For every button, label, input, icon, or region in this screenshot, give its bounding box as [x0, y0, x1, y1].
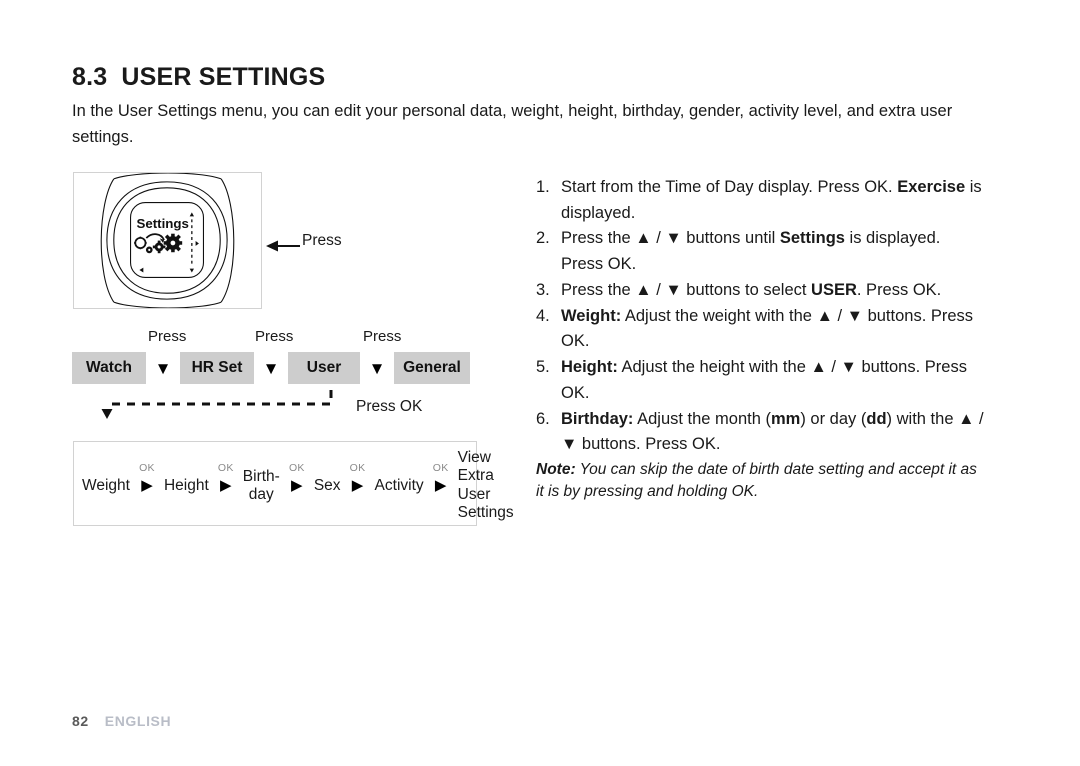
menu-chip-watch[interactable]: Watch [72, 352, 146, 384]
intro-paragraph: In the User Settings menu, you can edit … [72, 102, 953, 146]
watch-back-arrow [139, 267, 144, 273]
down-arrow-icon-3: ▼ [368, 358, 386, 378]
seq-separator-4: OK ▶ [341, 462, 375, 495]
press-label-3: Press [363, 328, 402, 345]
instruction-steps-list: 1. Start from the Time of Day display. Pr… [536, 175, 984, 503]
seq-item-birthday-line1: Birth- [242, 468, 280, 486]
right-arrow-icon-1: ▶ [141, 476, 153, 494]
down-arrow-icon-1: ▼ [154, 358, 172, 378]
step-text-5: Height: Adjust the height with the ▲ / ▼… [561, 358, 967, 402]
seq-separator-3: OK ▶ [280, 462, 314, 495]
down-arrow-icon-2: ▼ [262, 358, 280, 378]
seq-item-activity: Activity [374, 476, 424, 494]
press-ok-label: Press OK [356, 398, 423, 415]
note-block: Note: You can skip the date of birth dat… [536, 459, 984, 503]
press-callout-label: Press [302, 232, 342, 249]
watch-screen-label: Settings [136, 216, 188, 231]
seq-item-sex: Sex [313, 476, 341, 494]
press-label-1: Press [148, 328, 187, 345]
right-arrow-icon-4: ▶ [351, 476, 364, 494]
seq-item-birthday: Birth- day [243, 468, 280, 503]
seq-final-line-2: Extra [457, 467, 494, 485]
footer-page-number: 82 [72, 713, 89, 729]
press-labels-row: Press Press Press [72, 328, 492, 350]
menu-chip-general[interactable]: General [394, 352, 470, 384]
seq-item-weight: Weight [82, 476, 130, 494]
step-index-6: 6. [536, 409, 550, 428]
watch-illustration: Settings [73, 172, 262, 309]
section-title: USER SETTINGS [121, 63, 326, 91]
seq-separator-2: OK ▶ [209, 462, 243, 495]
right-arrow-icon-2: ▶ [220, 476, 232, 494]
seq-separator-5: OK ▶ [424, 462, 458, 495]
watch-drawing: Settings [100, 173, 235, 308]
step-index-3: 3. [536, 280, 550, 299]
instruction-step-6: 6. Birthday: Adjust the month (mm) or day… [536, 407, 984, 458]
note-label: Note: [536, 461, 576, 479]
ok-tag-2: OK [217, 461, 234, 474]
menu-chip-hr-set[interactable]: HR Set [180, 352, 254, 384]
step-index-1: 1. [536, 178, 550, 196]
settings-sequence-box: Weight OK ▶ Height OK ▶ Birth- day OK ▶ … [73, 441, 514, 526]
press-callout: Press [266, 232, 376, 260]
instruction-step-2: 2. Press the ▲ / ▼ buttons until Settings… [536, 226, 984, 277]
ok-tag-1: OK [139, 461, 155, 474]
seq-final-line-1: View [457, 449, 491, 467]
step-text-4: Weight: Adjust the weight with the ▲ / ▼… [561, 306, 974, 351]
ok-tag-3: OK [288, 461, 305, 474]
step-index-4: 4. [536, 306, 550, 325]
ok-tag-5: OK [432, 461, 449, 474]
step-text-6: Birthday: Adjust the month (mm) or day (… [561, 409, 984, 454]
gears-settings-icon [134, 233, 183, 254]
step-text-3: Press the ▲ / ▼ buttons to select USER. … [561, 280, 942, 299]
section-number: 8.3 [72, 63, 108, 91]
seq-separator-1: OK ▶ [130, 462, 164, 495]
menu-chip-user[interactable]: User [288, 352, 360, 384]
right-arrow-icon-3: ▶ [291, 476, 303, 494]
press-label-2: Press [255, 328, 294, 345]
step-index-5: 5. [536, 358, 550, 377]
step-text-2: Press the ▲ / ▼ buttons until Settings i… [561, 229, 941, 274]
instruction-step-1: 1. Start from the Time of Day display. Pr… [536, 175, 984, 226]
instruction-step-3: 3. Press the ▲ / ▼ buttons to select USER… [536, 278, 984, 304]
note-text: You can skip the date of birth date sett… [536, 461, 977, 501]
ok-tag-4: OK [349, 461, 366, 474]
page-footer: 82 ENGLISH [72, 713, 171, 729]
left-arrow-icon [266, 240, 300, 252]
step-text-1: Start from the Time of Day display. Pres… [561, 178, 982, 222]
seq-item-view-extra-user-settings: View Extra User Settings [458, 449, 514, 522]
seq-item-birthday-line2: day [248, 485, 274, 503]
step-index-2: 2. [536, 229, 550, 248]
seq-final-line-3: User [457, 485, 491, 503]
right-arrow-icon-5: ▶ [434, 476, 447, 494]
page-title: 8.3 USER SETTINGS [72, 63, 325, 92]
seq-final-line-4: Settings [457, 503, 514, 521]
seq-item-height: Height [163, 476, 209, 494]
menu-flow-diagram: Press Press Press Watch ▼ HR Set ▼ User … [72, 328, 492, 384]
menu-chip-row: Watch ▼ HR Set ▼ User ▼ General [72, 352, 470, 384]
dashed-return-path [101, 390, 333, 419]
watch-scroll-indicator [189, 212, 199, 273]
instruction-step-4: 4. Weight: Adjust the weight with the ▲ /… [536, 304, 984, 355]
instruction-step-5: 5. Height: Adjust the height with the ▲ /… [536, 355, 984, 406]
footer-language: ENGLISH [104, 713, 172, 729]
